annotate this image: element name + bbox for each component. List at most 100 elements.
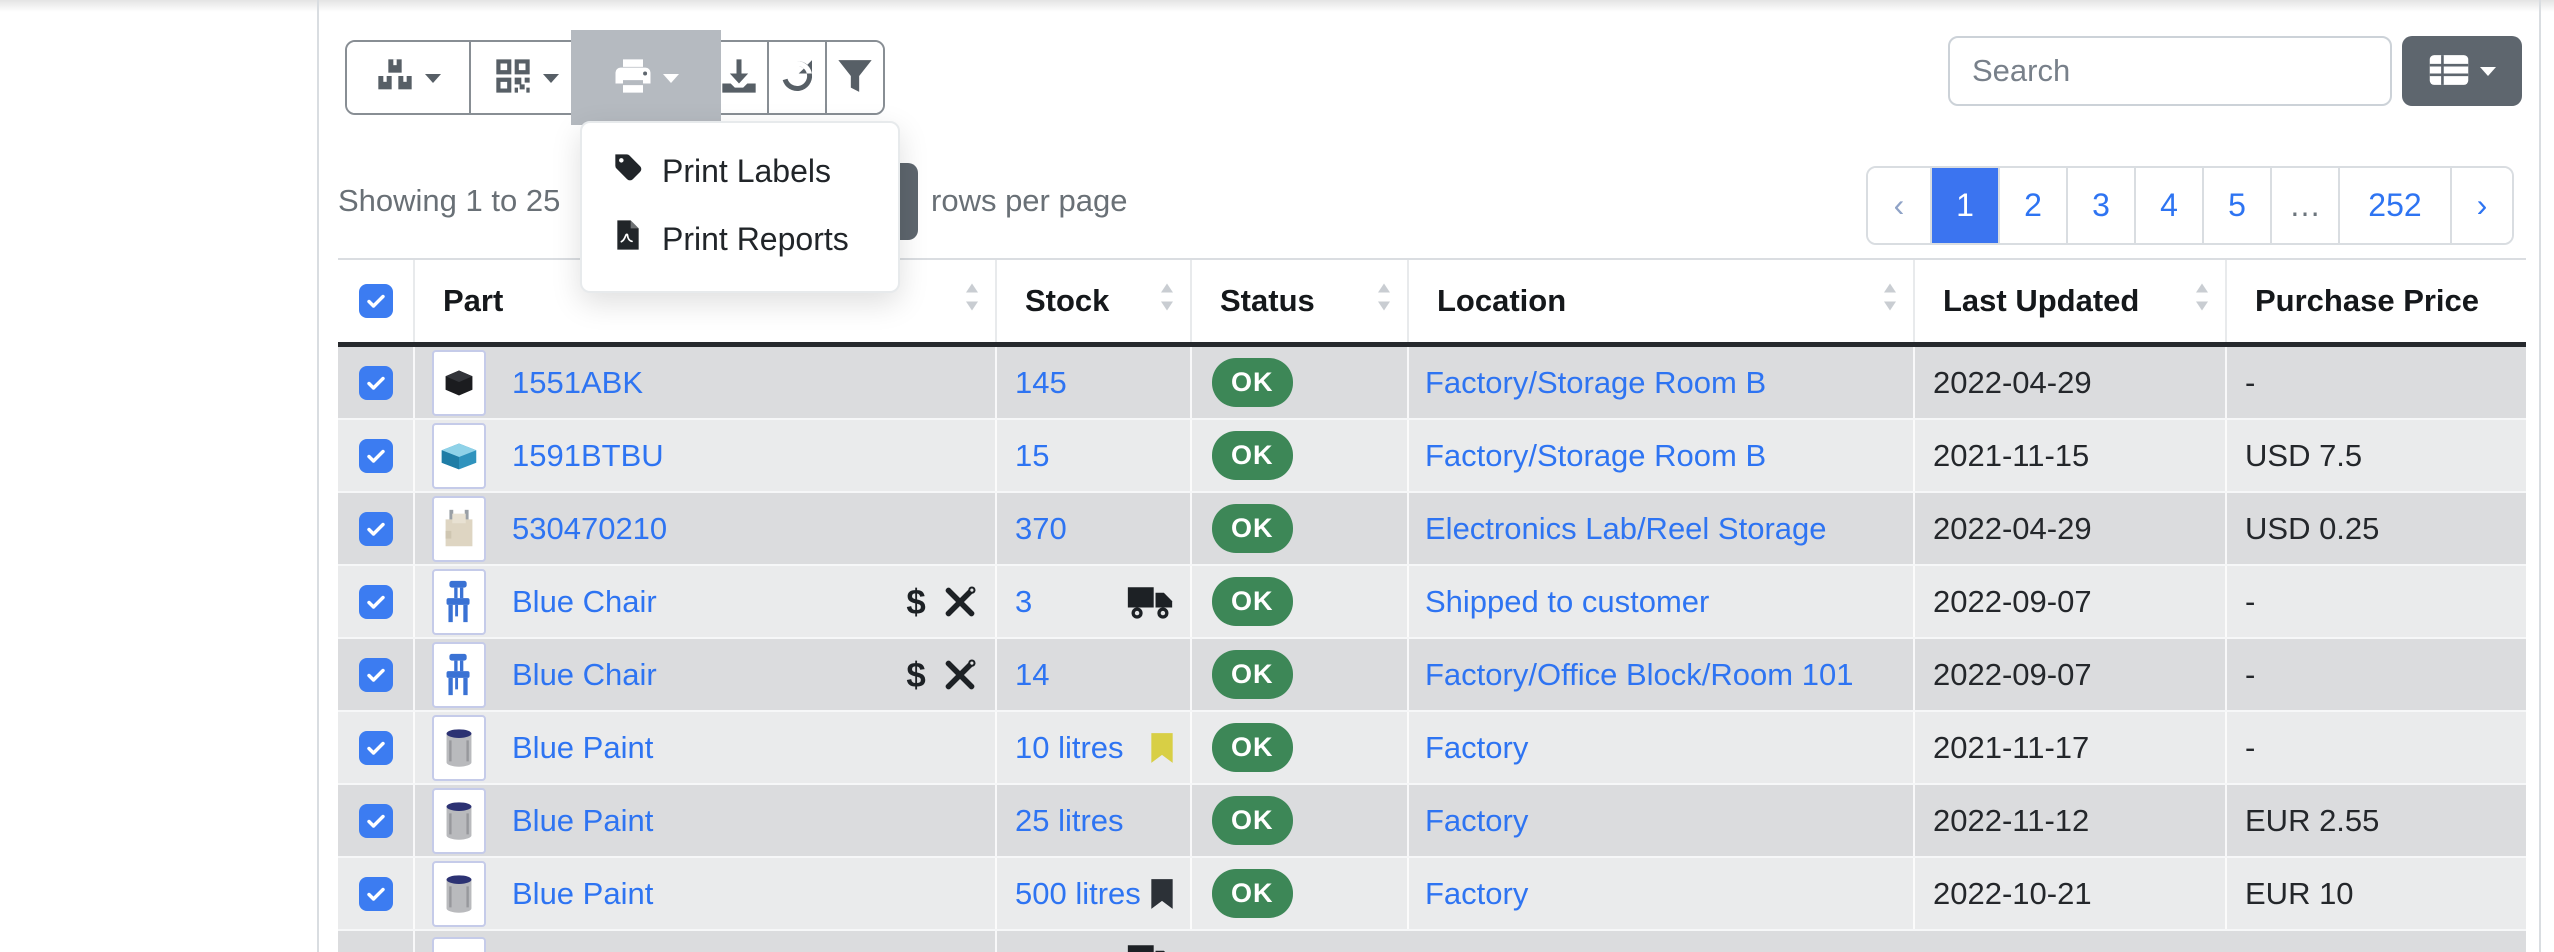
location-cell: Factory [1407, 712, 1913, 783]
last-updated-cell: 2021-11-17 [1913, 712, 2225, 783]
stock-cell: 500 litres [995, 858, 1190, 929]
stock-cell: 15 [995, 420, 1190, 491]
last-updated-value: 2021-11-17 [1933, 730, 2089, 766]
table-row: Blue Paint10 litresOKFactory2021-11-17- [338, 712, 2526, 785]
sort-icon[interactable] [2193, 281, 2211, 321]
page-button-3[interactable]: 3 [2066, 168, 2134, 243]
sort-icon[interactable] [1375, 281, 1393, 321]
column-header-updated[interactable]: Last Updated [1913, 260, 2225, 342]
row-checkbox[interactable] [359, 877, 393, 911]
part-thumbnail[interactable] [432, 569, 486, 635]
row-checkbox[interactable] [359, 804, 393, 838]
stock-link[interactable]: 500 litres [1015, 876, 1141, 912]
location-link[interactable]: Factory/Storage Room B [1425, 438, 1766, 474]
part-link[interactable]: Blue Paint [512, 876, 653, 912]
part-link[interactable]: 1591BTBU [512, 438, 664, 474]
stock-link[interactable]: 15 [1015, 438, 1049, 474]
page-button-5[interactable]: 5 [2202, 168, 2270, 243]
location-link[interactable]: Factory [1425, 730, 1528, 766]
part-link[interactable]: Blue Paint [512, 803, 653, 839]
part-thumbnail[interactable] [432, 423, 486, 489]
row-checkbox[interactable] [359, 658, 393, 692]
column-header-label: Stock [1025, 283, 1109, 319]
print-actions-button[interactable] [581, 42, 709, 113]
sort-icon[interactable] [1158, 281, 1176, 321]
stock-cell: 14 [995, 639, 1190, 710]
search-input[interactable] [1948, 36, 2392, 106]
filter-button[interactable] [825, 42, 883, 113]
stock-link[interactable]: 10 litres [1015, 730, 1124, 766]
page-button-1[interactable]: 1 [1930, 168, 1998, 243]
purchase-price-cell: - [2225, 566, 2526, 637]
status-cell: OK [1190, 566, 1407, 637]
part-thumbnail[interactable] [432, 496, 486, 562]
part-thumbnail[interactable] [432, 350, 486, 416]
column-header-stock[interactable]: Stock [995, 260, 1190, 342]
last-updated-value: 2022-09-07 [1933, 584, 2092, 620]
table-row: Blue Chair$3OKShipped to customer2022-09… [338, 566, 2526, 639]
sort-icon[interactable] [1881, 281, 1899, 321]
location-link[interactable]: Factory [1425, 803, 1528, 839]
table-row: 1551ABK145OKFactory/Storage Room B2022-0… [338, 347, 2526, 420]
page-button-…[interactable]: … [2270, 168, 2338, 243]
part-link[interactable]: Blue Chair [512, 657, 657, 693]
stock-options-button[interactable] [347, 42, 469, 113]
part-link[interactable]: 1551ABK [512, 365, 643, 401]
part-thumbnail[interactable] [432, 788, 486, 854]
part-thumbnail[interactable] [432, 937, 486, 952]
row-select-cell [338, 785, 413, 856]
purchase-price-cell: - [2225, 712, 2526, 783]
part-link[interactable]: 530470210 [512, 511, 667, 547]
part-link[interactable]: Blue Paint [512, 730, 653, 766]
barcode-actions-button[interactable] [469, 42, 581, 113]
stock-cell: 3 [995, 566, 1190, 637]
page-next-button[interactable]: › [2450, 168, 2512, 243]
column-header-location[interactable]: Location [1407, 260, 1913, 342]
caret-down-icon [425, 74, 441, 91]
row-checkbox[interactable] [359, 512, 393, 546]
panel-left-border [317, 0, 319, 952]
row-select-cell [338, 858, 413, 929]
part-link[interactable]: Blue Chair [512, 584, 657, 620]
stock-link[interactable]: 3 [1015, 584, 1032, 620]
column-header-status[interactable]: Status [1190, 260, 1407, 342]
stock-link[interactable]: 370 [1015, 511, 1067, 547]
print-dropdown-menu: Print LabelsPrint Reports [580, 121, 900, 293]
tools-icon [941, 656, 979, 694]
last-updated-cell: 2022-11-12 [1913, 785, 2225, 856]
location-link[interactable]: Factory/Storage Room B [1425, 365, 1766, 401]
column-header-label: Last Updated [1943, 283, 2139, 319]
page-button-4[interactable]: 4 [2134, 168, 2202, 243]
part-thumbnail[interactable] [432, 861, 486, 927]
location-cell: Factory/Office Block/Room 101 [1407, 639, 1913, 710]
location-link[interactable]: Shipped to customer [1425, 584, 1709, 620]
select-all-checkbox[interactable] [359, 284, 393, 318]
stock-table: PartStockStatusLocationLast UpdatedPurch… [338, 258, 2526, 952]
stock-link[interactable]: 14 [1015, 657, 1049, 693]
page-prev-button[interactable]: ‹ [1868, 168, 1930, 243]
row-checkbox[interactable] [359, 366, 393, 400]
purchase-price-value: USD 7.5 [2245, 438, 2362, 474]
page-button-252[interactable]: 252 [2338, 168, 2450, 243]
status-badge: OK [1212, 577, 1293, 626]
last-updated-value: 2022-09-07 [1933, 657, 2092, 693]
location-link[interactable]: Factory [1425, 876, 1528, 912]
stock-link[interactable]: 145 [1015, 365, 1067, 401]
qrcode-icon [493, 56, 533, 99]
row-checkbox[interactable] [359, 731, 393, 765]
row-checkbox[interactable] [359, 585, 393, 619]
menu-item-print-labels[interactable]: Print Labels [582, 137, 898, 205]
row-select-cell [338, 639, 413, 710]
columns-toggle-button[interactable] [2402, 36, 2522, 106]
location-link[interactable]: Electronics Lab/Reel Storage [1425, 511, 1827, 547]
part-thumbnail[interactable] [432, 715, 486, 781]
row-checkbox[interactable] [359, 439, 393, 473]
page-button-2[interactable]: 2 [1998, 168, 2066, 243]
last-updated-cell: 2022-09-07 [1913, 639, 2225, 710]
menu-item-print-reports[interactable]: Print Reports [582, 205, 898, 273]
stock-link[interactable]: 25 litres [1015, 803, 1124, 839]
part-thumbnail[interactable] [432, 642, 486, 708]
sort-icon[interactable] [963, 281, 981, 321]
refresh-button[interactable] [767, 42, 825, 113]
location-link[interactable]: Factory/Office Block/Room 101 [1425, 657, 1853, 693]
